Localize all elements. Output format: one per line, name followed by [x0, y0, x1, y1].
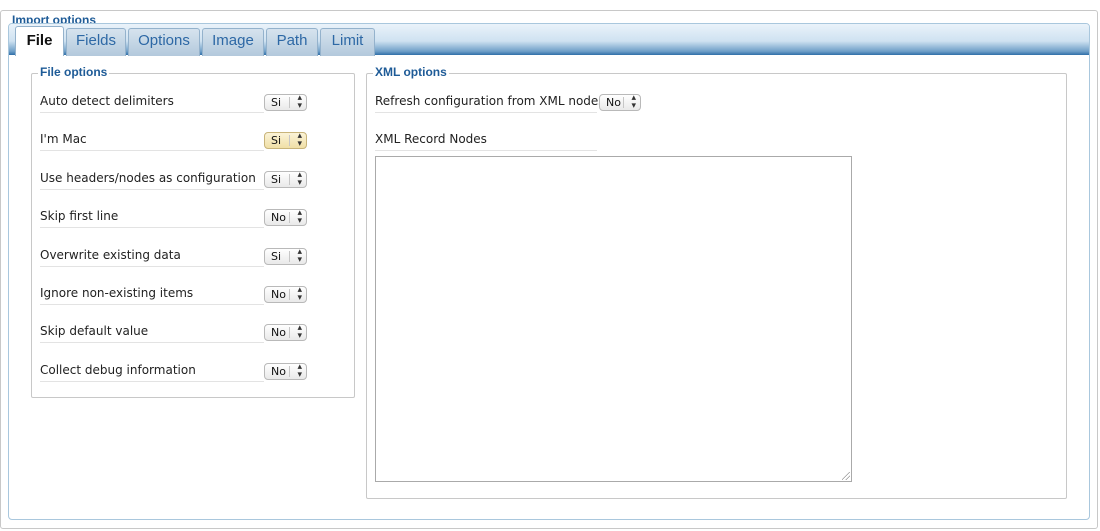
select-value: Si	[271, 250, 282, 263]
option-label: Skip default value	[40, 320, 264, 343]
option-label: Skip first line	[40, 205, 264, 228]
xml-record-nodes-label: XML Record Nodes	[375, 128, 597, 151]
select-value: No	[606, 96, 621, 109]
up-down-arrows-icon: ▴ ▾	[297, 208, 302, 226]
tab-limit[interactable]: Limit	[320, 28, 375, 56]
option-label: Collect debug information	[40, 359, 264, 382]
option-row-collect-debug: Collect debug information No ▴ ▾	[40, 359, 350, 389]
up-down-arrows-icon: ▴ ▾	[297, 362, 302, 380]
tab-fields[interactable]: Fields	[66, 28, 126, 56]
xml-options-fieldset: XML options Refresh configuration from X…	[366, 65, 1067, 499]
overwrite-select[interactable]: Si ▴ ▾	[264, 248, 307, 265]
up-down-arrows-icon: ▴ ▾	[631, 93, 636, 111]
collect-debug-select[interactable]: No ▴ ▾	[264, 363, 307, 380]
tab-bar: File Fields Options Image Path Limit	[9, 24, 1089, 56]
use-headers-select[interactable]: Si ▴ ▾	[264, 171, 307, 188]
option-label: Auto detect delimiters	[40, 90, 264, 113]
tab-file[interactable]: File	[15, 26, 64, 56]
select-value: Si	[271, 134, 282, 147]
tab-image[interactable]: Image	[202, 28, 264, 56]
option-row-im-mac: I'm Mac Si ▴ ▾	[40, 128, 350, 158]
up-down-arrows-icon: ▴ ▾	[297, 170, 302, 188]
select-value: Si	[271, 173, 282, 186]
up-down-arrows-icon: ▴ ▾	[297, 285, 302, 303]
resize-grip-icon[interactable]	[842, 472, 850, 480]
option-label: Use headers/nodes as configuration	[40, 167, 264, 190]
xml-options-legend: XML options	[373, 65, 449, 79]
select-value: No	[271, 211, 286, 224]
up-down-arrows-icon: ▴ ▾	[297, 247, 302, 265]
ignore-non-existing-select[interactable]: No ▴ ▾	[264, 286, 307, 303]
option-label: Overwrite existing data	[40, 244, 264, 267]
tab-path[interactable]: Path	[266, 28, 318, 56]
option-label: I'm Mac	[40, 128, 264, 151]
refresh-configuration-label: Refresh configuration from XML nodes	[375, 90, 605, 113]
up-down-arrows-icon: ▴ ▾	[297, 93, 302, 111]
option-row-skip-first-line: Skip first line No ▴ ▾	[40, 205, 350, 235]
select-value: Si	[271, 96, 282, 109]
up-down-arrows-icon: ▴ ▾	[297, 323, 302, 341]
file-options-legend: File options	[38, 65, 110, 79]
option-row-use-headers: Use headers/nodes as configuration Si ▴ ▾	[40, 167, 350, 197]
auto-detect-select[interactable]: Si ▴ ▾	[264, 94, 307, 111]
skip-first-line-select[interactable]: No ▴ ▾	[264, 209, 307, 226]
option-row-skip-default: Skip default value No ▴ ▾	[40, 320, 350, 350]
file-options-fieldset: File options Auto detect delimiters Si ▴…	[31, 65, 355, 398]
tab-panel: File Fields Options Image Path Limit Fil…	[8, 23, 1090, 520]
select-value: No	[271, 365, 286, 378]
refresh-configuration-select[interactable]: No ▴ ▾	[599, 94, 641, 111]
tab-options[interactable]: Options	[128, 28, 200, 56]
option-label: Ignore non-existing items	[40, 282, 264, 305]
option-row-ignore-non-existing: Ignore non-existing items No ▴ ▾	[40, 282, 350, 312]
option-row-overwrite: Overwrite existing data Si ▴ ▾	[40, 244, 350, 274]
select-value: No	[271, 326, 286, 339]
im-mac-select[interactable]: Si ▴ ▾	[264, 132, 307, 149]
up-down-arrows-icon: ▴ ▾	[297, 131, 302, 149]
skip-default-select[interactable]: No ▴ ▾	[264, 324, 307, 341]
option-row-auto-detect: Auto detect delimiters Si ▴ ▾	[40, 90, 350, 120]
xml-record-nodes-textarea[interactable]	[375, 156, 852, 482]
select-value: No	[271, 288, 286, 301]
